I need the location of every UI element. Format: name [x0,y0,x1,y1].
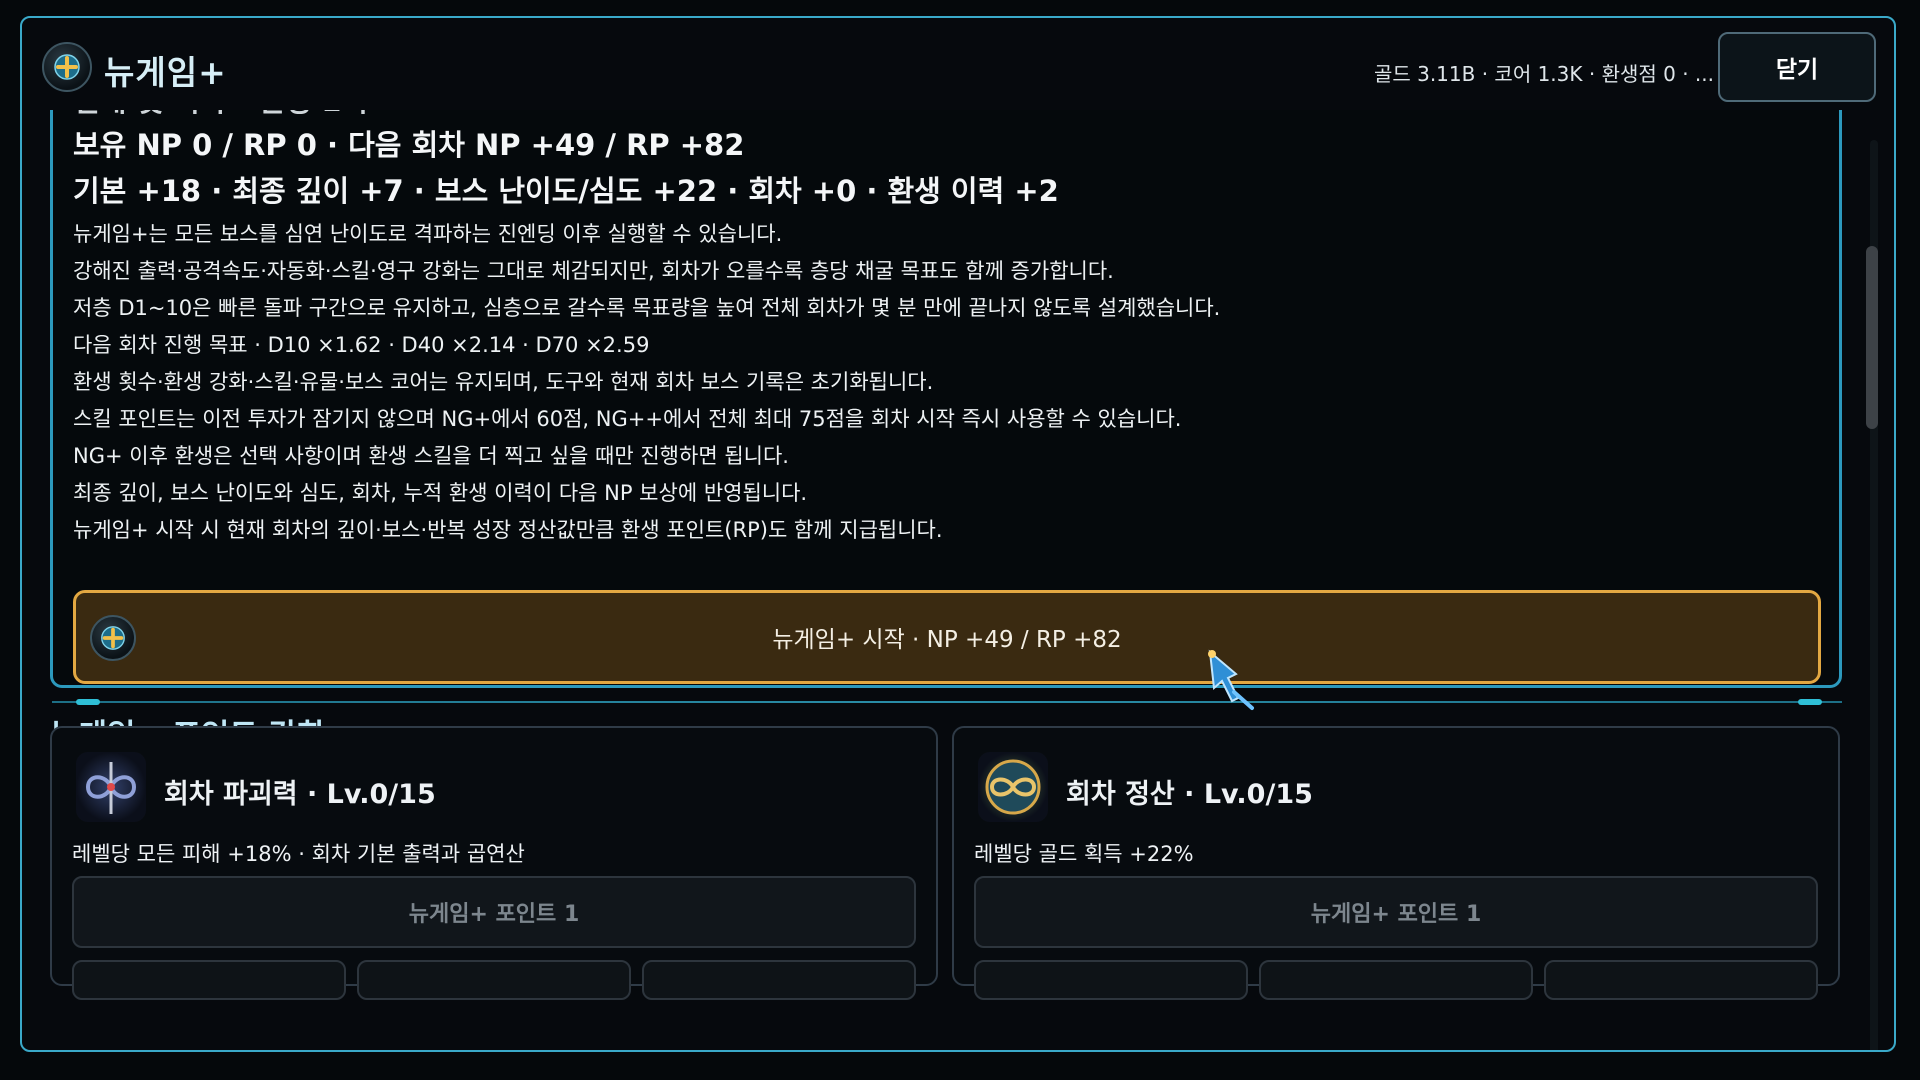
buy-upgrade-button[interactable]: 뉴게임+ 포인트 1 [974,876,1818,948]
divider-end-dot [76,699,100,705]
info-note: 환생 횟수·환생 강화·스킬·유물·보스 코어는 유지되며, 도구와 현재 회차… [73,370,934,394]
info-note: 강해진 출력·공격속도·자동화·스킬·영구 강화는 그대로 체감되지만, 회차가… [73,259,1114,283]
close-button[interactable]: 닫기 [1718,32,1876,102]
level-option-button[interactable] [642,960,916,1000]
start-button-label: 뉴게임+ 시작 · NP +49 / RP +82 [772,627,1122,653]
upgrade-title: 회차 정산 · Lv.0/15 [1066,779,1313,810]
level-option-button[interactable] [357,960,631,1000]
resource-summary: 골드 3.11B · 코어 1.3K · 환생점 0 · ... [1373,62,1714,86]
info-note: NG+ 이후 환생은 선택 사항이며 환생 스킬을 더 찍고 싶을 때만 진행하… [73,444,789,468]
upgrade-description: 레벨당 모든 피해 +18% · 회차 기본 출력과 곱연산 [72,842,525,866]
scrollbar-thumb[interactable] [1866,246,1878,429]
info-note: 저층 D1~10은 빠른 돌파 구간으로 유지하고, 심층으로 갈수록 목표량을… [73,296,1221,320]
cursor-sword-icon [1208,649,1254,710]
newgame-plus-emblem-icon [42,42,92,92]
np-bonus-line: 기본 +18 · 최종 깊이 +7 · 보스 난이도/심도 +22 · 회차 +… [73,174,1059,208]
np-status-line: 보유 NP 0 / RP 0 · 다음 회차 NP +49 / RP +82 [73,128,745,162]
level-option-button[interactable] [974,960,1248,1000]
section-divider [52,701,1842,703]
upgrade-title: 회차 파괴력 · Lv.0/15 [164,779,436,810]
level-option-button[interactable] [1544,960,1818,1000]
infinity-gold-icon [978,752,1048,822]
window-header: 뉴게임+ 골드 3.11B · 코어 1.3K · 환생점 0 · ... 닫기 [22,18,1894,110]
infinity-sword-icon [76,752,146,822]
upgrade-card-damage: 회차 파괴력 · Lv.0/15 레벨당 모든 피해 +18% · 회차 기본 … [50,726,938,1000]
buy-upgrade-button[interactable]: 뉴게임+ 포인트 1 [72,876,916,948]
info-note: 스킬 포인트는 이전 투자가 잠기지 않으며 NG+에서 60점, NG++에서… [73,407,1182,431]
level-option-button[interactable] [72,960,346,1000]
newgame-plus-window: 뉴게임+ 골드 3.11B · 코어 1.3K · 환생점 0 · ... 닫기… [20,16,1896,1052]
info-note: 뉴게임+ 시작 시 현재 회차의 깊이·보스·반복 성장 정산값만큼 환생 포인… [73,518,943,542]
info-note: 뉴게임+는 모든 보스를 심연 난이도로 격파하는 진엔딩 이후 실행할 수 있… [73,222,783,246]
upgrade-description: 레벨당 골드 획득 +22% [974,842,1194,866]
newgame-plus-emblem-icon [90,615,136,661]
start-newgame-plus-button[interactable]: 뉴게임+ 시작 · NP +49 / RP +82 [73,590,1821,684]
upgrade-card-settlement: 회차 정산 · Lv.0/15 레벨당 골드 획득 +22% 뉴게임+ 포인트 … [952,726,1840,1000]
newgame-info-panel: 현재 몇 회차 · 현생 1회 보유 NP 0 / RP 0 · 다음 회차 N… [50,110,1842,688]
info-note: 최종 깊이, 보스 난이도와 심도, 회차, 누적 환생 이력이 다음 NP 보… [73,481,808,505]
level-option-button[interactable] [1259,960,1533,1000]
window-title: 뉴게임+ [104,53,227,92]
info-note: 다음 회차 진행 목표 · D10 ×1.62 · D40 ×2.14 · D7… [73,333,650,357]
cut-off-line: 현재 몇 회차 · 현생 1회 [73,110,368,120]
divider-end-dot [1798,699,1822,705]
